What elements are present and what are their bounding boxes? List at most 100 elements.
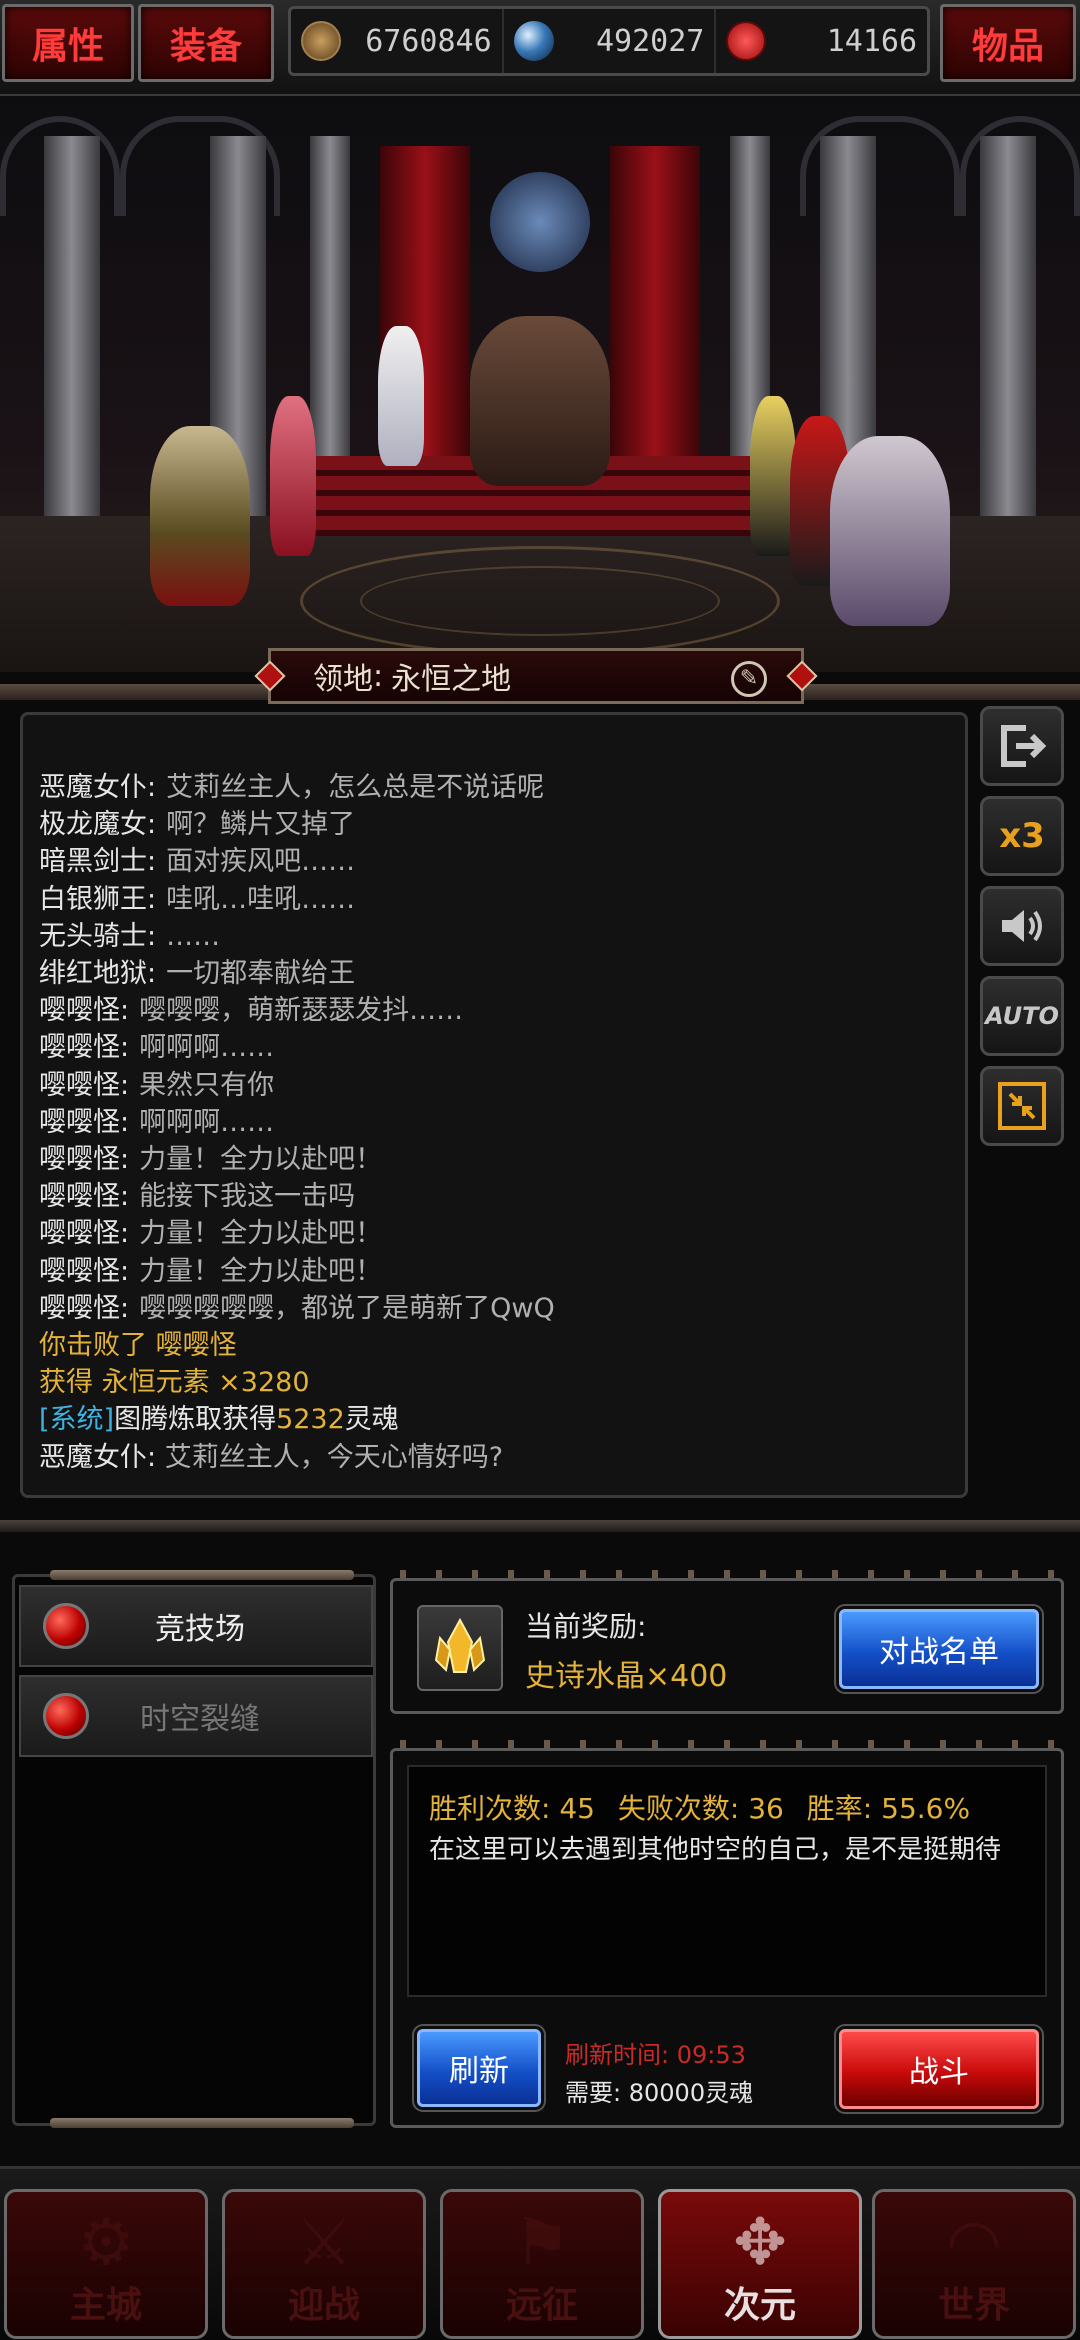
auto-button[interactable]: AUTO — [980, 976, 1064, 1056]
stats-box: 胜利次数: 45 失败次数: 36 胜率: 55.6% 在这里可以去遇到其他时空… — [407, 1765, 1047, 1997]
frame-cap — [50, 1570, 354, 1580]
territory-separator: : — [373, 658, 384, 694]
mode-list: 竞技场 时空裂缝 — [12, 1574, 376, 2126]
refresh-button[interactable]: 刷新 — [417, 2029, 541, 2107]
chat-text: 嘤嘤嘤嘤嘤，都说了是萌新了QwQ — [139, 1292, 555, 1324]
chat-speaker: 嘤嘤怪: — [39, 1106, 130, 1138]
chat-speaker: 恶魔女仆: — [39, 772, 157, 803]
chat-line: 白银狮王: 哇吼…哇吼…… — [39, 881, 949, 918]
exit-icon — [1001, 725, 1047, 767]
chat-line: 嘤嘤怪: 力量！全力以赴吧！ — [39, 1253, 949, 1290]
rename-icon[interactable]: ✎ — [731, 661, 767, 697]
nav-dimension[interactable]: ✥ 次元 — [658, 2189, 862, 2339]
chat-text: 嘤嘤嘤，萌新瑟瑟发抖…… — [139, 995, 464, 1027]
chat-text: 能接下我这一击吗 — [139, 1181, 356, 1213]
tab-items[interactable]: 物品 — [940, 4, 1076, 82]
resource-gold: 6760846 — [291, 9, 504, 73]
chat-text: 一切都奉献给王 — [166, 958, 356, 990]
tab-equipment[interactable]: 装备 — [138, 4, 274, 82]
rate-label: 胜率: — [806, 1792, 873, 1825]
cost-value: 80000灵魂 — [628, 2079, 754, 2107]
nav-main-city[interactable]: ⚙ 主城 — [4, 2189, 208, 2339]
mode-item-rift[interactable]: 时空裂缝 — [19, 1675, 373, 1757]
chat-text: 哇吼…哇吼…… — [166, 883, 356, 915]
sound-button[interactable] — [980, 886, 1064, 966]
chat-line: 嘤嘤怪: 嘤嘤嘤，萌新瑟瑟发抖…… — [39, 992, 949, 1029]
chat-speaker: 恶魔女仆: — [39, 1441, 157, 1473]
wins-value: 45 — [559, 1792, 595, 1825]
mode-label: 竞技场 — [155, 1612, 245, 1647]
chat-speaker: 嘤嘤怪: — [39, 1292, 130, 1324]
losses-label: 失败次数: — [617, 1792, 740, 1825]
frame-dots — [400, 1570, 1054, 1578]
reward-title: 当前奖励: — [525, 1610, 647, 1643]
stats-panel: 胜利次数: 45 失败次数: 36 胜率: 55.6% 在这里可以去遇到其他时空… — [390, 1748, 1064, 2128]
chat-speaker: 无头骑士: — [39, 920, 157, 952]
pentagram-coin-icon — [301, 21, 341, 61]
chat-lines: 恶魔女仆: 艾莉丝主人，怎么总是不说话呢 极龙魔女: 啊？鳞片又掉了 暗黑剑士: 面对疾风… — [39, 769, 949, 1327]
chat-line: 嘤嘤怪: 果然只有你 — [39, 1067, 949, 1104]
losses-value: 36 — [748, 1792, 784, 1825]
roster-button[interactable]: 对战名单 — [839, 1609, 1039, 1689]
speed-label: x3 — [999, 816, 1045, 856]
silver-lion-character — [830, 436, 950, 626]
globe-arc-icon: ◠ — [949, 2206, 999, 2280]
chat-line: 暗黑剑士: 面对疾风吧…… — [39, 843, 949, 880]
chat-speaker: 嘤嘤怪: — [39, 1218, 130, 1250]
nav-battle[interactable]: ⚔ 迎战 — [222, 2189, 426, 2339]
system-value: 5232 — [276, 1404, 345, 1436]
exit-button[interactable] — [980, 706, 1064, 786]
chat-speaker: 嘤嘤怪: — [39, 1255, 130, 1287]
system-tag: [系统] — [39, 1404, 115, 1436]
mode-item-arena[interactable]: 竞技场 — [19, 1585, 373, 1667]
crystal-slot[interactable] — [417, 1605, 503, 1691]
chat-text: 啊？鳞片又掉了 — [166, 809, 356, 841]
crossed-swords-icon: ⚔ — [295, 2206, 353, 2280]
red-orb-icon — [43, 1693, 89, 1739]
speaker-icon — [1002, 910, 1042, 942]
chat-text: 啊啊啊…… — [139, 1032, 275, 1064]
system-unit: 灵魂 — [344, 1404, 399, 1436]
resource-soul: 14166 — [716, 9, 927, 73]
section-divider — [0, 1520, 1080, 1532]
nav-world[interactable]: ◠ 世界 — [872, 2189, 1076, 2339]
collapse-icon — [998, 1082, 1046, 1130]
chat-line: 嘤嘤怪: 力量！全力以赴吧！ — [39, 1141, 949, 1178]
territory-banner: 领地 : 永恒之地 ✎ — [254, 648, 818, 704]
nav-label: 远征 — [505, 2285, 578, 2326]
chat-log[interactable]: 恶魔女仆: 艾莉丝主人，怎么总是不说话呢 极龙魔女: 啊？鳞片又掉了 暗黑剑士: 面对疾风… — [20, 712, 968, 1498]
fight-button[interactable]: 战斗 — [839, 2029, 1039, 2109]
chat-line: 嘤嘤怪: 啊啊啊…… — [39, 1104, 949, 1141]
pillar — [44, 136, 100, 556]
auto-label: AUTO — [985, 1002, 1059, 1030]
floor-rune-circle — [360, 566, 720, 636]
red-soul-icon — [726, 21, 767, 61]
rose-window — [490, 172, 590, 272]
chat-line: 嘤嘤怪: 力量！全力以赴吧！ — [39, 1215, 949, 1252]
tab-attributes[interactable]: 属性 — [2, 4, 134, 82]
chat-text: 力量！全力以赴吧！ — [139, 1255, 383, 1287]
mode-label: 时空裂缝 — [140, 1702, 260, 1737]
loot-message: 获得 永恒元素 ×3280 — [39, 1367, 310, 1399]
chat-speaker: 嘤嘤怪: — [39, 1181, 130, 1213]
resource-gem: 492027 — [504, 9, 717, 73]
chat-speaker: 绯红地狱: — [39, 958, 157, 990]
chat-speaker: 嘤嘤怪: — [39, 1032, 130, 1064]
speed-button[interactable]: x3 — [980, 796, 1064, 876]
chat-speaker: 白银狮王: — [39, 883, 157, 915]
gold-value: 6760846 — [365, 23, 492, 59]
chat-line: 极龙魔女: 啊？鳞片又掉了 — [39, 806, 949, 843]
chat-text: 艾莉丝主人，今天心情好吗? — [164, 1441, 504, 1473]
throne-room-scene — [0, 96, 1080, 672]
refresh-time: 刷新时间: 09:53 — [565, 2035, 746, 2070]
collapse-button[interactable] — [980, 1066, 1064, 1146]
nav-expedition[interactable]: ⚑ 远征 — [440, 2189, 644, 2339]
castle-gear-icon: ⚙ — [77, 2206, 135, 2280]
system-message: [系统]图腾炼取获得5232灵魂 — [39, 1401, 949, 1438]
red-orb-icon — [43, 1603, 89, 1649]
nav-label: 迎战 — [287, 2285, 360, 2326]
frame-cap — [50, 2118, 354, 2128]
chat-speaker: 极龙魔女: — [39, 809, 157, 841]
banner-flag-icon: ⚑ — [513, 2206, 571, 2280]
rate-value: 55.6% — [881, 1792, 971, 1825]
